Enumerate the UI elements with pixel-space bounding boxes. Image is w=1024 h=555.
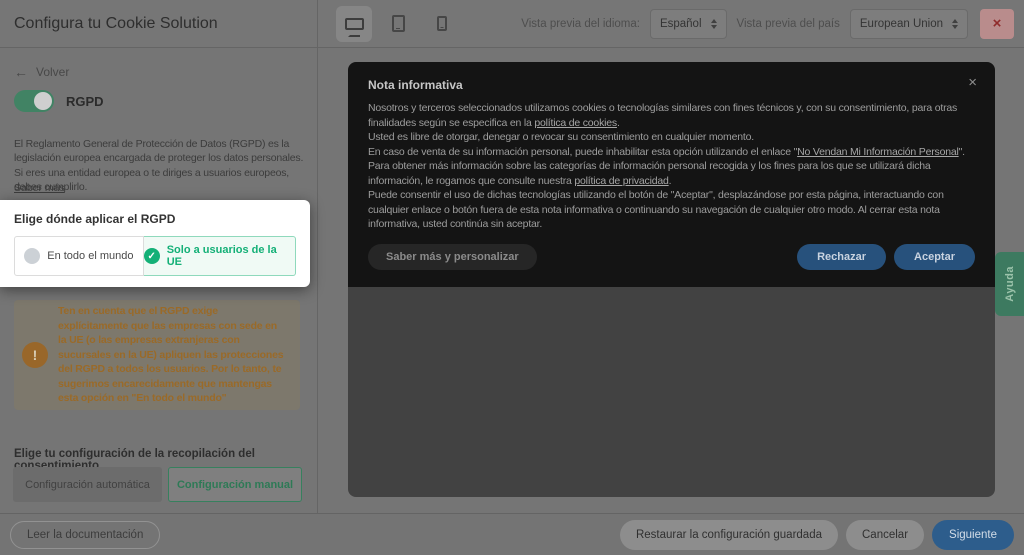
read-docs-button[interactable]: Leer la documentación [10, 521, 160, 549]
learn-more-link[interactable]: Saber más [14, 182, 65, 194]
country-preview-label: Vista previa del país [737, 18, 840, 30]
cancel-button[interactable]: Cancelar [846, 520, 924, 550]
option-eu-only[interactable]: ✓ Solo a usuarios de la UE [144, 236, 296, 276]
gdpr-label: RGPD [66, 94, 104, 109]
cookie-banner: Nota informativa × Nosotros y terceros s… [348, 62, 995, 287]
warning-icon: ! [22, 342, 48, 368]
footer-actions: Restaurar la configuración guardada Canc… [620, 520, 1014, 550]
language-select-value: Español [660, 18, 702, 30]
accept-button[interactable]: Aceptar [894, 244, 975, 270]
banner-actions: Saber más y personalizar Rechazar Acepta… [368, 244, 975, 270]
footer-bar: Leer la documentación Restaurar la confi… [0, 513, 1024, 555]
consent-config-buttons: Configuración automática Configuración m… [13, 467, 302, 502]
select-arrows-icon [711, 19, 717, 29]
preview-toolbar: Vista previa del idioma: Español Vista p… [318, 0, 1024, 47]
restore-config-button[interactable]: Restaurar la configuración guardada [620, 520, 838, 550]
gdpr-toggle-row: RGPD [14, 90, 104, 112]
tablet-preview-button[interactable] [380, 6, 416, 42]
device-preview-switcher [336, 6, 460, 42]
back-link[interactable]: ← Volver [14, 65, 69, 79]
option-worldwide[interactable]: En todo el mundo [14, 236, 144, 276]
gdpr-warning-box: ! Ten en cuenta que el RGPD exige explíc… [14, 300, 300, 410]
customize-button[interactable]: Saber más y personalizar [368, 244, 537, 270]
language-select[interactable]: Español [650, 9, 727, 39]
page-title: Configura tu Cookie Solution [14, 15, 218, 33]
cookie-solution-configurator: Configura tu Cookie Solution Vista previ… [0, 0, 1024, 555]
help-tab-label: Ayuda [1004, 266, 1016, 302]
do-not-sell-link[interactable]: No Vendan Mi Información Personal [797, 146, 959, 158]
option-worldwide-label: En todo el mundo [47, 250, 133, 262]
privacy-policy-link[interactable]: política de privacidad [574, 175, 668, 187]
gdpr-scope-spotlight: Elige dónde aplicar el RGPD En todo el m… [0, 200, 310, 287]
desktop-preview-button[interactable] [336, 6, 372, 42]
banner-text-segment: Nosotros y terceros seleccionados utiliz… [368, 102, 957, 129]
country-select[interactable]: European Union [850, 9, 968, 39]
reject-button[interactable]: Rechazar [797, 244, 886, 270]
banner-title: Nota informativa [368, 78, 975, 92]
country-select-value: European Union [860, 18, 943, 30]
banner-text-segment: . [669, 175, 672, 187]
help-tab[interactable]: Ayuda [995, 252, 1024, 316]
close-preview-button[interactable]: × [980, 9, 1014, 39]
banner-text: Nosotros y terceros seleccionados utiliz… [368, 101, 975, 232]
close-icon: × [993, 15, 1002, 32]
banner-text-segment: En caso de venta de su información perso… [368, 146, 797, 158]
banner-consent-buttons: Rechazar Aceptar [797, 244, 975, 270]
toggle-knob [34, 92, 52, 110]
language-preview-label: Vista previa del idioma: [521, 18, 640, 30]
banner-text-segment: ". [959, 146, 965, 158]
check-circle-icon: ✓ [144, 248, 160, 264]
sidebar-header: Configura tu Cookie Solution [0, 0, 318, 47]
gdpr-scope-segmented-control: En todo el mundo ✓ Solo a usuarios de la… [14, 236, 296, 276]
tablet-icon [392, 15, 405, 32]
back-label: Volver [36, 65, 69, 79]
auto-config-button[interactable]: Configuración automática [13, 467, 162, 502]
back-arrow-icon: ← [14, 65, 28, 79]
radio-unselected-icon [24, 248, 40, 264]
warning-text: Ten en cuenta que el RGPD exige explícit… [58, 304, 288, 406]
banner-text-segment: Puede consentir el uso de dichas tecnolo… [368, 189, 944, 230]
preview-area: Nota informativa × Nosotros y terceros s… [319, 48, 1024, 513]
phone-preview-button[interactable] [424, 6, 460, 42]
preview-controls: Vista previa del idioma: Español Vista p… [521, 9, 1014, 39]
top-bar: Configura tu Cookie Solution Vista previ… [0, 0, 1024, 48]
banner-close-icon[interactable]: × [968, 74, 977, 91]
gdpr-scope-heading: Elige dónde aplicar el RGPD [14, 212, 296, 226]
banner-text-segment: . [617, 117, 620, 129]
next-button[interactable]: Siguiente [932, 520, 1014, 550]
preview-page-background [348, 287, 995, 497]
desktop-icon [345, 18, 364, 30]
banner-text-segment: Usted es libre de otorgar, denegar o rev… [368, 131, 754, 143]
gdpr-toggle[interactable] [14, 90, 54, 112]
cookie-policy-link[interactable]: política de cookies [534, 117, 617, 129]
phone-icon [437, 16, 447, 31]
manual-config-button[interactable]: Configuración manual [168, 467, 302, 502]
site-preview-frame: Nota informativa × Nosotros y terceros s… [348, 62, 995, 497]
select-arrows-icon [952, 19, 958, 29]
option-eu-only-label: Solo a usuarios de la UE [167, 244, 295, 268]
